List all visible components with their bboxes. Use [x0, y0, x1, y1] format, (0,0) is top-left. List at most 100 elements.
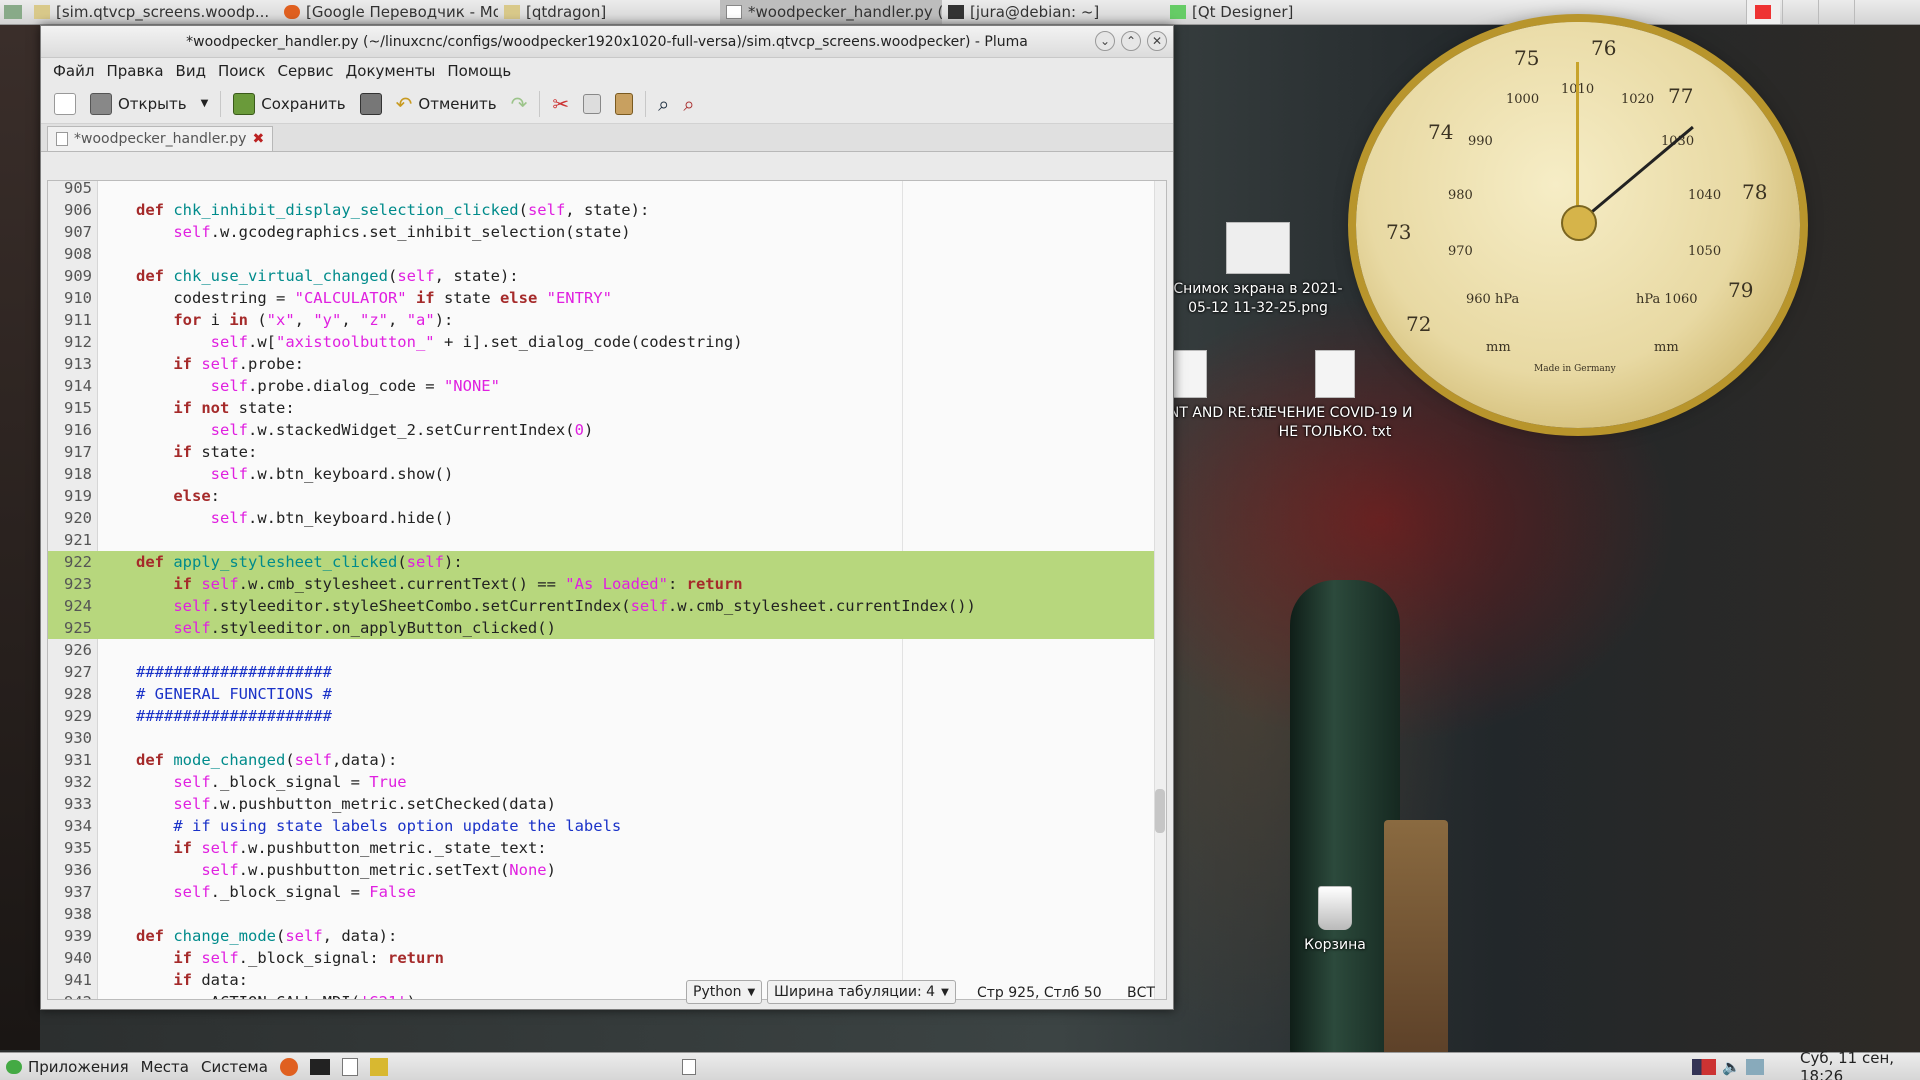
code-editor[interactable]: 905 906 def chk_inhibit_display_selection_… — [47, 180, 1167, 1000]
tab-width-selector[interactable]: Ширина табуляции: 4 ▼ — [767, 980, 956, 1004]
menu-tools[interactable]: Сервис — [271, 62, 339, 80]
code-line[interactable]: 933 self.w.pushbutton_metric.setChecked(… — [48, 793, 1156, 815]
print-button[interactable] — [355, 88, 387, 120]
code-line[interactable]: 925 self.styleeditor.on_applyButton_clic… — [48, 617, 1156, 639]
desktop-icon-screenshot[interactable]: Снимок экрана в 2021-05-12 11-32-25.png — [1173, 222, 1343, 318]
task-item-terminal[interactable]: [jura@debian: ~] — [942, 0, 1164, 24]
code-line[interactable]: 911 for i in ("x", "y", "z", "a"): — [48, 309, 1156, 331]
line-number: 916 — [64, 421, 92, 439]
tab-woodpecker-handler[interactable]: *woodpecker_handler.py ✖ — [47, 126, 274, 151]
show-desktop-button[interactable] — [676, 1058, 702, 1075]
code-line[interactable]: 918 self.w.btn_keyboard.show() — [48, 463, 1156, 485]
code-line[interactable]: 930 — [48, 727, 1156, 749]
code-line[interactable]: 908 — [48, 243, 1156, 265]
code-line[interactable]: 939 def change_mode(self, data): — [48, 925, 1156, 947]
code-line[interactable]: 914 self.probe.dialog_code = "NONE" — [48, 375, 1156, 397]
code-line[interactable]: 921 — [48, 529, 1156, 551]
save-button[interactable]: Сохранить — [228, 88, 350, 120]
code-line[interactable]: 940 if self._block_signal: return — [48, 947, 1156, 969]
window-titlebar[interactable]: *woodpecker_handler.py (~/linuxcnc/confi… — [41, 26, 1173, 58]
new-button[interactable] — [49, 88, 81, 120]
find-button[interactable]: ⌕ — [653, 88, 674, 120]
close-window-button[interactable]: ✕ — [1147, 31, 1167, 51]
code-line[interactable]: 924 self.styleeditor.styleSheetCombo.set… — [48, 595, 1156, 617]
code-line[interactable]: 931 def mode_changed(self,data): — [48, 749, 1156, 771]
undo-button[interactable]: ↶ Отменить — [391, 88, 502, 120]
code-line[interactable]: 935 if self.w.pushbutton_metric._state_t… — [48, 837, 1156, 859]
code-line[interactable]: 923 if self.w.cmb_stylesheet.currentText… — [48, 573, 1156, 595]
menu-documents[interactable]: Документы — [340, 62, 442, 80]
workspace-4[interactable] — [1854, 0, 1888, 24]
task-item-qt-designer[interactable]: [Qt Designer] — [1164, 0, 1404, 24]
code-line[interactable]: 928 # GENERAL FUNCTIONS # — [48, 683, 1156, 705]
task-item-qtdragon[interactable]: [qtdragon] — [498, 0, 720, 24]
menu-view[interactable]: Вид — [170, 62, 212, 80]
task-item-qtvcp[interactable]: [sim.qtvcp_screens.woodp... — [28, 0, 278, 24]
task-item-translator[interactable]: [Google Переводчик - Mo... — [278, 0, 498, 24]
code-line[interactable]: 916 self.w.stackedWidget_2.setCurrentInd… — [48, 419, 1156, 441]
code-line[interactable]: 922 def apply_stylesheet_clicked(self): — [48, 551, 1156, 573]
applications-menu[interactable]: Приложения — [0, 1058, 135, 1076]
code-line[interactable]: 938 — [48, 903, 1156, 925]
code-line[interactable]: 934 # if using state labels option updat… — [48, 815, 1156, 837]
launcher-text-editor[interactable] — [336, 1057, 364, 1076]
code-line[interactable]: 926 — [48, 639, 1156, 661]
code-line[interactable]: 932 self._block_signal = True — [48, 771, 1156, 793]
show-desktop-icon[interactable] — [4, 5, 22, 19]
launcher-firefox[interactable] — [274, 1057, 304, 1076]
desktop-icon-trash[interactable]: Корзина — [1250, 886, 1420, 955]
vertical-scrollbar[interactable] — [1154, 181, 1166, 999]
launcher-linuxcnc[interactable] — [364, 1057, 394, 1076]
workspace-2[interactable] — [1782, 0, 1816, 24]
code-line[interactable]: 920 self.w.btn_keyboard.hide() — [48, 507, 1156, 529]
desktop-icon-label: Снимок экрана в 2021-05-12 11-32-25.png — [1173, 281, 1343, 316]
code-line[interactable]: 910 codestring = "CALCULATOR" if state e… — [48, 287, 1156, 309]
code-line[interactable]: 909 def chk_use_virtual_changed(self, sta… — [48, 265, 1156, 287]
open-icon — [90, 92, 112, 115]
code-line[interactable]: 917 if state: — [48, 441, 1156, 463]
cut-button[interactable]: ✂ — [547, 88, 574, 120]
code-area[interactable]: 905 906 def chk_inhibit_display_selection_… — [48, 181, 1156, 999]
workspace-3[interactable] — [1818, 0, 1852, 24]
menu-edit[interactable]: Правка — [100, 62, 169, 80]
code-line[interactable]: 905 — [48, 181, 1156, 199]
desktop-icon-treatment-txt[interactable]: ЛЕЧЕНИЕ COVID-19 И НЕ ТОЛЬКО. txt — [1250, 350, 1420, 442]
maximize-button[interactable]: ⌃ — [1121, 31, 1141, 51]
clock[interactable]: Суб, 11 сен, 18:26 — [1794, 1049, 1920, 1080]
launcher-terminal[interactable] — [304, 1058, 336, 1075]
code-line[interactable]: 907 self.w.gcodegraphics.set_inhibit_sel… — [48, 221, 1156, 243]
task-label: [Google Переводчик - Mo... — [306, 3, 498, 21]
find-replace-button[interactable]: ⌕ — [678, 88, 699, 120]
places-menu[interactable]: Места — [135, 1058, 195, 1076]
language-selector[interactable]: Python ▼ — [686, 980, 763, 1004]
code-line[interactable]: 912 self.w["axistoolbutton_" + i].set_di… — [48, 331, 1156, 353]
paste-button[interactable] — [610, 88, 638, 120]
line-number: 924 — [64, 597, 92, 615]
applications-label: Приложения — [28, 1057, 129, 1076]
open-button[interactable]: Открыть — [85, 88, 192, 120]
code-line[interactable]: 927 ##################### — [48, 661, 1156, 683]
code-line[interactable]: 915 if not state: — [48, 397, 1156, 419]
minimize-button[interactable]: ⌄ — [1095, 31, 1115, 51]
code-line[interactable]: 906 def chk_inhibit_display_selection_cli… — [48, 199, 1156, 221]
code-line[interactable]: 936 self.w.pushbutton_metric.setText(Non… — [48, 859, 1156, 881]
workspace-1[interactable] — [1746, 0, 1780, 24]
scrollbar-thumb[interactable] — [1155, 789, 1165, 833]
code-line[interactable]: 929 ##################### — [48, 705, 1156, 727]
close-tab-icon[interactable]: ✖ — [252, 131, 264, 147]
cursor-position: Стр 925, Стлб 50 — [977, 985, 1102, 1001]
line-number: 925 — [64, 619, 92, 637]
task-item-pluma[interactable]: *woodpecker_handler.py (... — [720, 0, 942, 24]
redo-button[interactable]: ↷ — [506, 88, 533, 120]
code-line[interactable]: 913 if self.probe: — [48, 353, 1156, 375]
menu-search[interactable]: Поиск — [212, 62, 272, 80]
code-line[interactable]: 919 else: — [48, 485, 1156, 507]
line-number: 907 — [64, 223, 92, 241]
code-line[interactable]: 937 self._block_signal = False — [48, 881, 1156, 903]
system-menu[interactable]: Система — [195, 1058, 274, 1076]
copy-button[interactable] — [578, 88, 606, 120]
menu-file[interactable]: Файл — [47, 62, 100, 80]
menu-help[interactable]: Помощь — [441, 62, 517, 80]
open-recent-dropdown[interactable]: ▼ — [196, 88, 214, 120]
network-indicator[interactable] — [1740, 1058, 1770, 1075]
